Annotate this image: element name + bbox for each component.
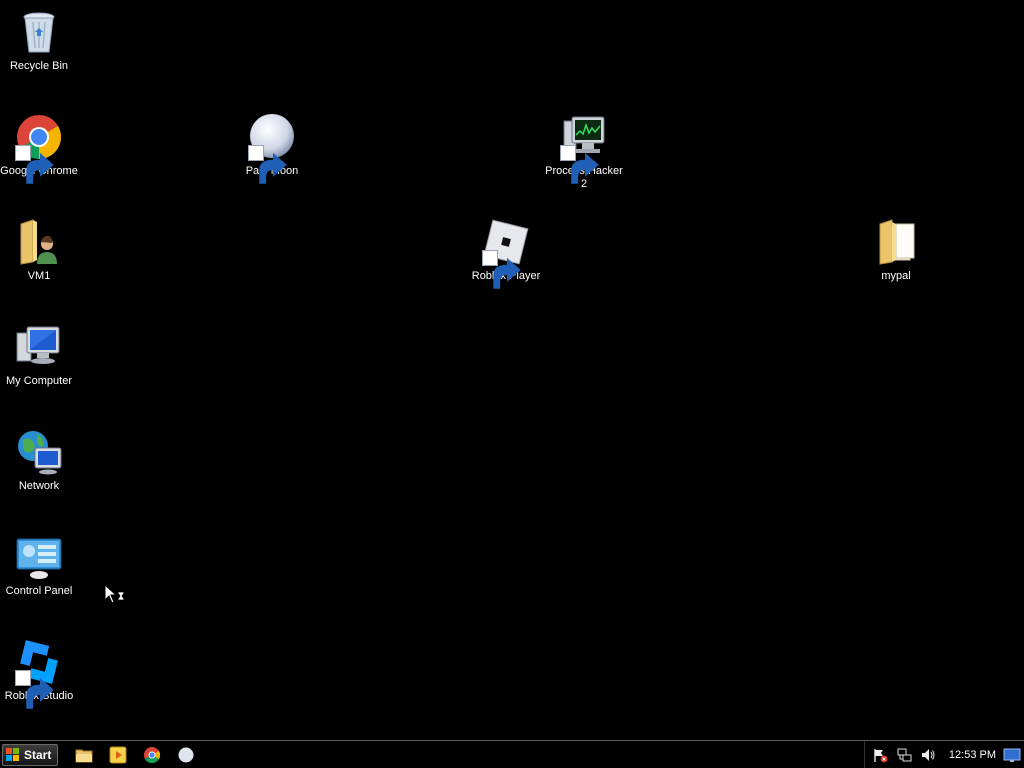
- taskbar-clock[interactable]: 12:53 PM: [949, 749, 996, 761]
- shortcut-arrow-icon: [560, 145, 599, 184]
- system-tray: 12:53 PM: [863, 741, 1024, 768]
- chrome-icon: [15, 113, 63, 184]
- shortcut-arrow-icon: [15, 670, 54, 709]
- desktop-icon-my-computer[interactable]: My Computer: [0, 323, 78, 388]
- recycle-bin-icon: [15, 8, 63, 56]
- vm1-label: VM1: [27, 270, 51, 282]
- shortcut-arrow-icon: [248, 145, 287, 184]
- desktop-icon-roblox-player[interactable]: Roblox Player: [467, 218, 545, 289]
- start-label: Start: [24, 747, 52, 762]
- control-panel-label: Control Panel: [5, 585, 73, 597]
- action-center-flag-icon[interactable]: [871, 746, 889, 764]
- desktop-icon-recycle-bin[interactable]: Recycle Bin: [0, 8, 78, 73]
- folder-icon: [872, 218, 920, 266]
- taskbar-media-player-icon[interactable]: [108, 745, 128, 765]
- start-button[interactable]: Start: [2, 743, 59, 766]
- desktop-icon-roblox-studio[interactable]: Roblox Studio: [0, 638, 78, 709]
- roblox-studio-icon: [15, 638, 63, 709]
- desktop-icon-vm1[interactable]: VM1: [0, 218, 78, 283]
- taskbar-file-explorer-icon[interactable]: [74, 745, 94, 765]
- shortcut-arrow-icon: [482, 250, 521, 289]
- show-desktop-icon[interactable]: [1002, 745, 1022, 765]
- network-globe-icon: [15, 428, 63, 476]
- mouse-cursor-busy-icon: [104, 583, 128, 606]
- recycle-bin-label: Recycle Bin: [9, 60, 69, 72]
- mypal-label: mypal: [881, 270, 911, 282]
- windows-logo-icon: [6, 747, 19, 761]
- network-icon[interactable]: [895, 746, 913, 764]
- taskbar-pale-moon-icon[interactable]: [176, 745, 196, 765]
- desktop[interactable]: Recycle Bin Google Chrome Pale Moon Proc…: [0, 0, 1024, 740]
- control-panel-icon: [15, 533, 63, 581]
- pale-moon-icon: [248, 113, 296, 184]
- taskbar-chrome-icon[interactable]: [142, 745, 162, 765]
- roblox-player-icon: [482, 218, 530, 289]
- process-hacker-icon: [560, 113, 608, 184]
- desktop-icon-mypal[interactable]: mypal: [857, 218, 935, 283]
- desktop-icon-google-chrome[interactable]: Google Chrome: [0, 113, 78, 184]
- desktop-icon-control-panel[interactable]: Control Panel: [0, 533, 78, 598]
- my-computer-label: My Computer: [5, 375, 73, 387]
- desktop-icon-pale-moon[interactable]: Pale Moon: [233, 113, 311, 184]
- desktop-icon-network[interactable]: Network: [0, 428, 78, 493]
- shortcut-arrow-icon: [15, 145, 54, 184]
- taskbar: Start 12:53 PM: [0, 740, 1024, 768]
- computer-icon: [15, 323, 63, 371]
- user-folder-icon: [15, 218, 63, 266]
- network-label: Network: [18, 480, 60, 492]
- desktop-icon-process-hacker[interactable]: Process Hacker 2: [545, 113, 623, 191]
- volume-icon[interactable]: [919, 746, 937, 764]
